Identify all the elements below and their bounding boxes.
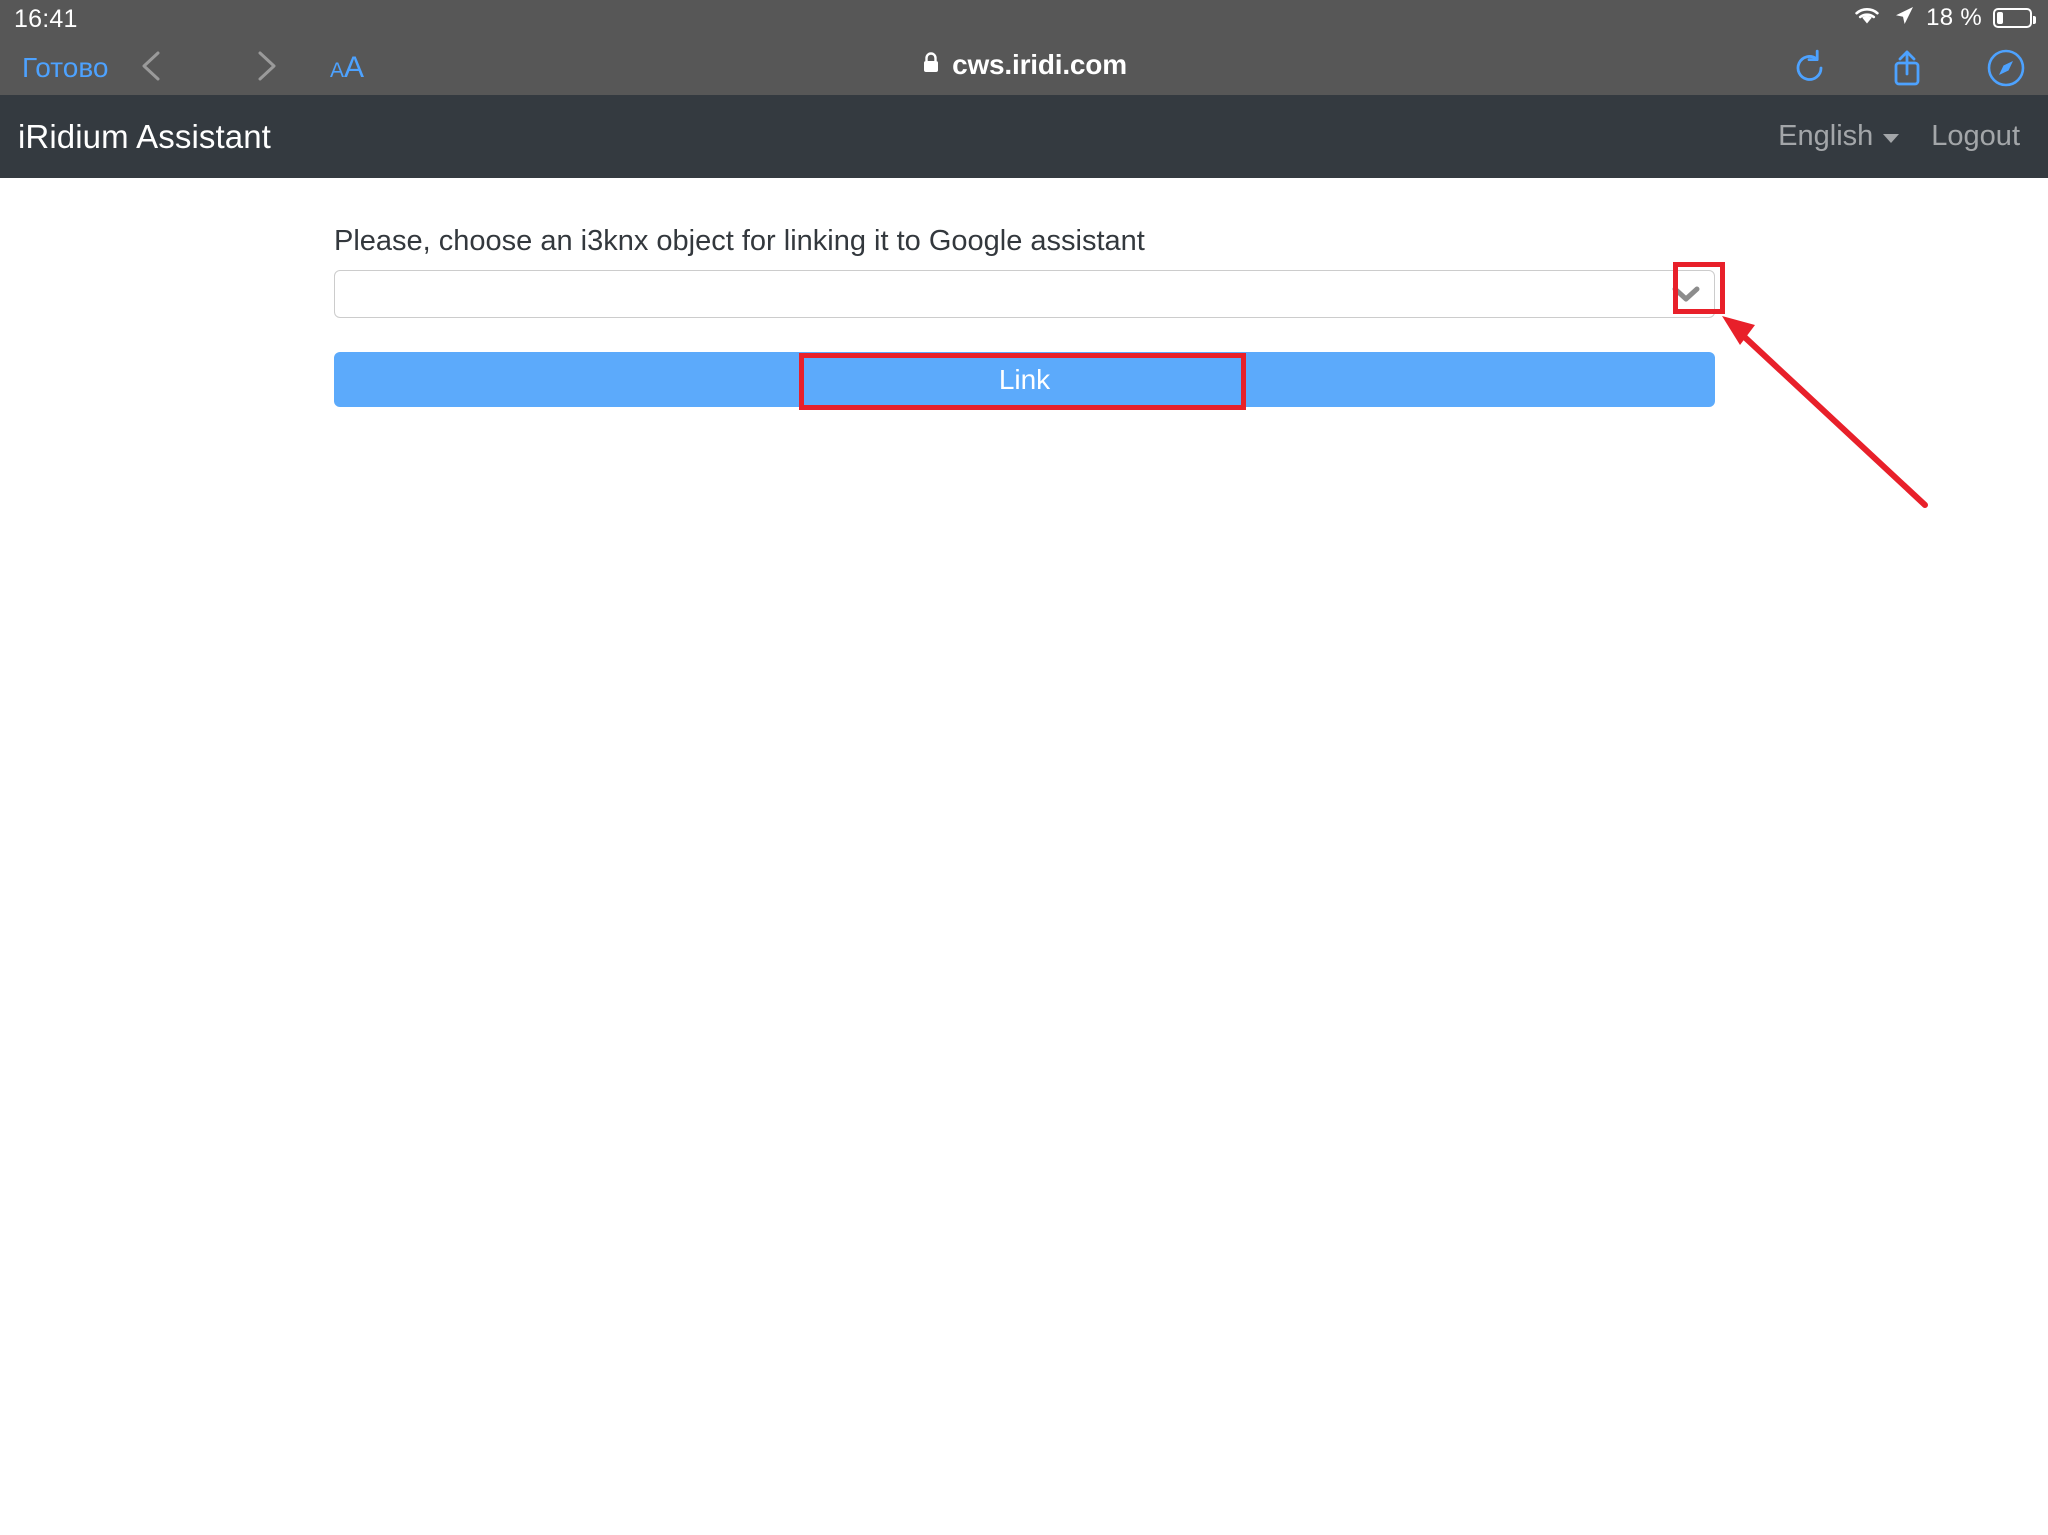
safari-actions [1792,48,2026,93]
back-icon[interactable] [133,46,173,91]
forward-icon[interactable] [245,46,285,91]
location-arrow-icon [1893,5,1915,32]
done-button[interactable]: Готово [22,49,108,86]
url-text: cws.iridi.com [952,49,1127,80]
object-select[interactable] [334,270,1715,318]
status-indicators: 18 % [1852,2,2036,34]
status-clock: 16:41 [14,5,78,33]
text-size-large-label: A [344,51,365,84]
language-label: English [1778,120,1874,152]
lock-icon [921,51,941,80]
chevron-down-icon [1883,134,1900,143]
chevron-down-icon[interactable] [1670,284,1702,304]
battery-percent: 18 % [1926,4,1982,31]
reload-icon[interactable] [1792,49,1828,92]
app-navbar: iRidium Assistant English Logout [0,95,2048,178]
navbar-right-group: English Logout [1778,120,2020,153]
text-size-small-label: A [330,59,345,82]
battery-icon [1993,8,2036,28]
logout-link[interactable]: Logout [1931,120,2020,153]
wifi-icon [1852,5,1882,32]
link-button[interactable]: Link [334,352,1715,407]
text-size-button[interactable]: AA [330,50,364,91]
safari-toolbar: Готово AA cws.iridi.com [0,40,2048,95]
address-bar[interactable]: cws.iridi.com [0,49,2048,81]
screen: 16:41 18 % Готово AA cws.iridi.com iRidi… [0,0,2048,1535]
share-icon[interactable] [1890,48,1924,93]
language-dropdown[interactable]: English [1778,120,1900,153]
safari-compass-icon[interactable] [1986,48,2026,93]
prompt-text: Please, choose an i3knx object for linki… [334,225,1145,257]
app-title: iRidium Assistant [18,117,271,155]
object-select-box[interactable] [334,270,1715,318]
ios-status-bar: 16:41 18 % [0,0,2048,40]
